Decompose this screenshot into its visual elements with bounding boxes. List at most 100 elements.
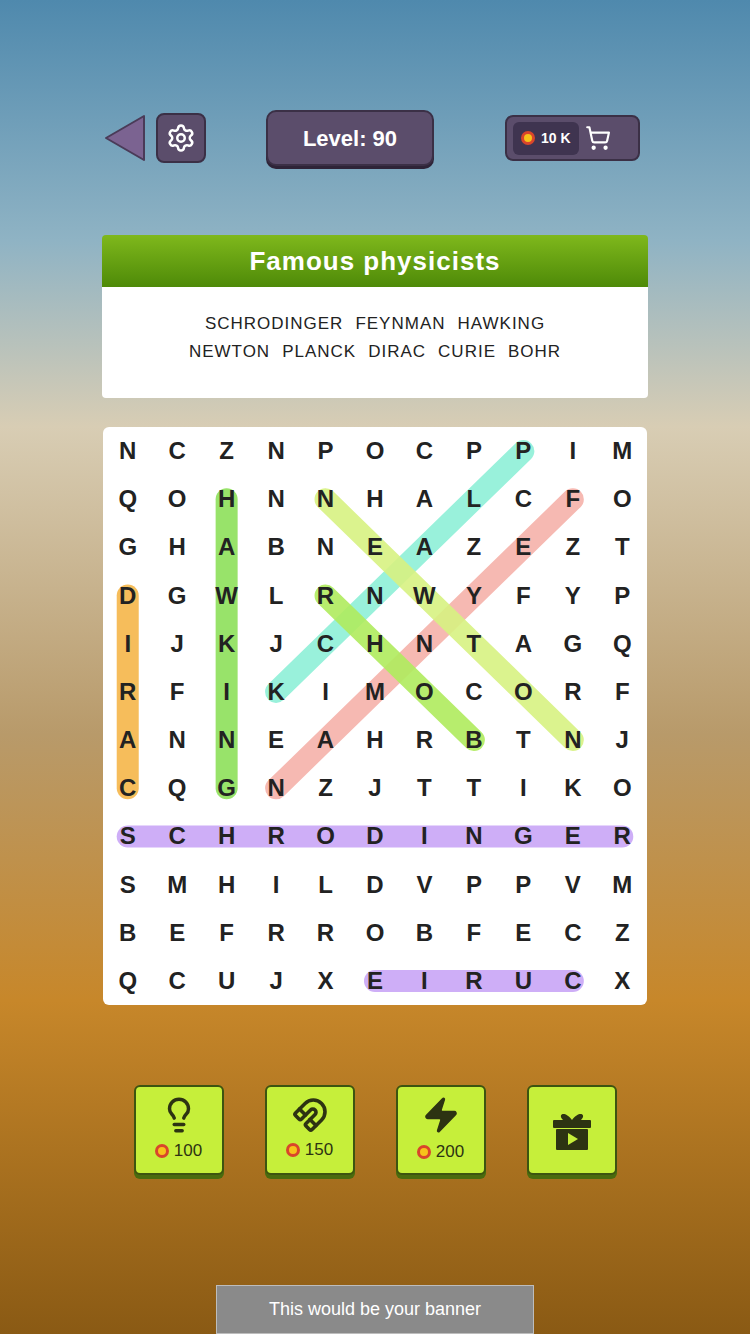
grid-letter[interactable]: N (251, 764, 300, 812)
grid-letter[interactable]: R (400, 716, 449, 764)
grid-letter[interactable]: H (152, 523, 201, 571)
grid-letter[interactable]: X (301, 957, 350, 1005)
grid-letter[interactable]: N (103, 427, 152, 475)
grid-letter[interactable]: T (499, 716, 548, 764)
cart-icon[interactable] (585, 125, 611, 151)
grid-letter[interactable]: U (202, 957, 251, 1005)
grid-letter[interactable]: C (499, 475, 548, 523)
grid-letter[interactable]: R (251, 909, 300, 957)
grid-letter[interactable]: Z (598, 909, 647, 957)
grid-letter[interactable]: D (350, 812, 399, 860)
grid-letter[interactable]: O (152, 475, 201, 523)
grid-letter[interactable]: I (548, 427, 597, 475)
booster-button[interactable] (527, 1085, 617, 1175)
grid-letter[interactable]: I (251, 861, 300, 909)
grid-letter[interactable]: R (301, 909, 350, 957)
grid-letter[interactable]: Q (598, 620, 647, 668)
grid-letter[interactable]: Z (301, 764, 350, 812)
grid-letter[interactable]: A (499, 620, 548, 668)
grid-letter[interactable]: T (449, 764, 498, 812)
grid-letter[interactable]: Q (103, 957, 152, 1005)
grid-letter[interactable]: A (400, 523, 449, 571)
grid-letter[interactable]: Y (449, 572, 498, 620)
grid-letter[interactable]: B (251, 523, 300, 571)
grid-letter[interactable]: E (499, 523, 548, 571)
settings-button[interactable] (156, 113, 206, 163)
grid-letter[interactable]: F (152, 668, 201, 716)
grid-letter[interactable]: C (152, 427, 201, 475)
grid-letter[interactable]: K (202, 620, 251, 668)
grid-letter[interactable]: I (400, 957, 449, 1005)
grid-letter[interactable]: E (499, 909, 548, 957)
grid-letter[interactable]: M (350, 668, 399, 716)
grid-letter[interactable]: O (400, 668, 449, 716)
grid-letter[interactable]: G (152, 572, 201, 620)
grid-letter[interactable]: F (548, 475, 597, 523)
grid-letter[interactable]: R (449, 957, 498, 1005)
grid-letter[interactable]: R (103, 668, 152, 716)
grid-letter[interactable]: A (202, 523, 251, 571)
grid-letter[interactable]: H (202, 861, 251, 909)
grid-letter[interactable]: D (350, 861, 399, 909)
grid-letter[interactable]: N (202, 716, 251, 764)
grid-letter[interactable]: P (449, 427, 498, 475)
grid-letter[interactable]: Q (103, 475, 152, 523)
grid-letter[interactable]: R (548, 668, 597, 716)
grid-letter[interactable]: J (251, 957, 300, 1005)
grid-letter[interactable]: H (350, 475, 399, 523)
grid-letter[interactable]: I (301, 668, 350, 716)
grid-letter[interactable]: F (449, 909, 498, 957)
grid-letter[interactable]: J (152, 620, 201, 668)
grid-letter[interactable]: C (301, 620, 350, 668)
grid-letter[interactable]: C (152, 957, 201, 1005)
grid-letter[interactable]: M (152, 861, 201, 909)
grid-letter[interactable]: L (301, 861, 350, 909)
grid-letter[interactable]: H (202, 475, 251, 523)
grid-letter[interactable]: K (548, 764, 597, 812)
grid-letter[interactable]: N (350, 572, 399, 620)
grid-letter[interactable]: N (152, 716, 201, 764)
grid-letter[interactable]: R (301, 572, 350, 620)
grid-letter[interactable]: E (350, 957, 399, 1005)
grid-letter[interactable]: N (301, 475, 350, 523)
grid-letter[interactable]: N (400, 620, 449, 668)
booster-button[interactable]: 200 (396, 1085, 486, 1175)
letter-grid[interactable]: NCZNPOCPPIMQOHNNHALCFOGHABNEAZEZTDGWLRNW… (103, 427, 647, 1005)
grid-letter[interactable]: P (449, 861, 498, 909)
grid-letter[interactable]: F (202, 909, 251, 957)
grid-letter[interactable]: R (251, 812, 300, 860)
grid-letter[interactable]: S (103, 812, 152, 860)
grid-letter[interactable]: T (400, 764, 449, 812)
grid-letter[interactable]: G (103, 523, 152, 571)
grid-letter[interactable]: N (301, 523, 350, 571)
grid-letter[interactable]: M (598, 861, 647, 909)
grid-letter[interactable]: I (400, 812, 449, 860)
grid-letter[interactable]: W (202, 572, 251, 620)
grid-letter[interactable]: X (598, 957, 647, 1005)
grid-letter[interactable]: O (499, 668, 548, 716)
grid-letter[interactable]: Y (548, 572, 597, 620)
grid-letter[interactable]: C (548, 909, 597, 957)
grid-letter[interactable]: B (449, 716, 498, 764)
grid-letter[interactable]: Q (152, 764, 201, 812)
grid-letter[interactable]: F (598, 668, 647, 716)
grid-letter[interactable]: V (548, 861, 597, 909)
booster-button[interactable]: 100 (134, 1085, 224, 1175)
grid-letter[interactable]: N (251, 427, 300, 475)
grid-letter[interactable]: L (251, 572, 300, 620)
grid-letter[interactable]: C (103, 764, 152, 812)
ad-banner[interactable]: This would be your banner (216, 1285, 534, 1334)
grid-letter[interactable]: T (598, 523, 647, 571)
grid-letter[interactable]: K (251, 668, 300, 716)
grid-letter[interactable]: Z (449, 523, 498, 571)
grid-letter[interactable]: B (103, 909, 152, 957)
back-arrow-icon[interactable] (104, 112, 148, 164)
grid-letter[interactable]: C (449, 668, 498, 716)
grid-letter[interactable]: U (499, 957, 548, 1005)
grid-letter[interactable]: Z (202, 427, 251, 475)
grid-letter[interactable]: N (449, 812, 498, 860)
grid-letter[interactable]: E (251, 716, 300, 764)
grid-letter[interactable]: L (449, 475, 498, 523)
grid-letter[interactable]: G (548, 620, 597, 668)
booster-button[interactable]: 150 (265, 1085, 355, 1175)
